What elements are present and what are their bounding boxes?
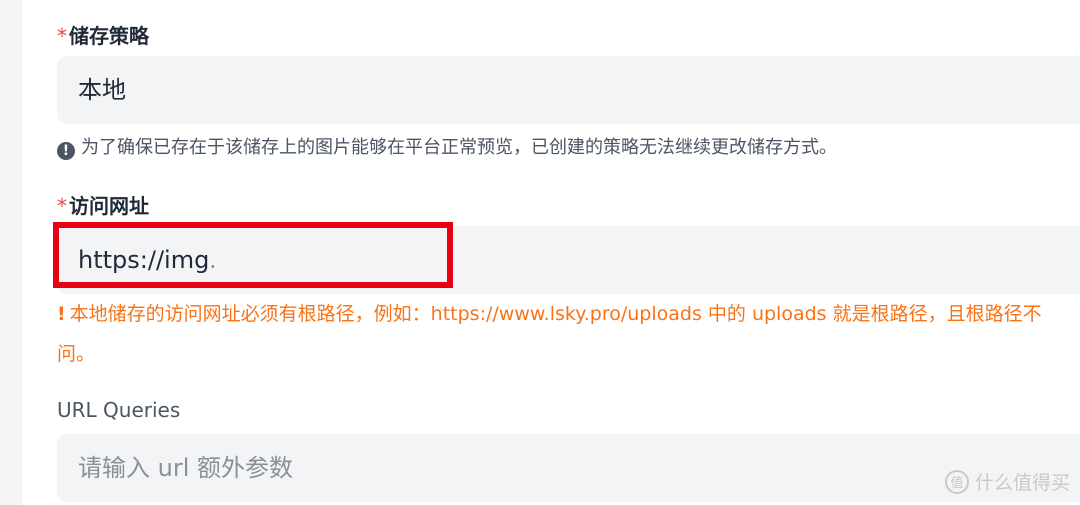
exclamation-circle-icon: ! bbox=[57, 142, 75, 160]
watermark-text: 什么值得买 bbox=[974, 472, 1070, 494]
url-queries-input[interactable]: 请输入 url 额外参数 bbox=[57, 434, 1080, 502]
left-gutter bbox=[0, 0, 22, 505]
url-queries-label: URL Queries bbox=[57, 398, 181, 422]
access-url-warning: ! 本地储存的访问网址必须有根路径，例如：https://www.lsky.pro… bbox=[57, 303, 1042, 325]
redacted-area bbox=[333, 240, 419, 276]
redacted-area bbox=[213, 240, 323, 276]
required-mark: * bbox=[57, 194, 67, 218]
watermark-logo-icon: 值 bbox=[944, 469, 969, 494]
storage-policy-label: * 储存策略 bbox=[57, 24, 149, 48]
access-url-input[interactable]: https://img. . L/i bbox=[57, 226, 1080, 294]
storage-policy-select[interactable]: 本地 bbox=[57, 56, 1080, 124]
required-mark: * bbox=[57, 24, 67, 48]
access-url-label: * 访问网址 bbox=[57, 194, 149, 218]
exclamation-icon: ! bbox=[57, 303, 66, 325]
storage-policy-hint: ! 为了确保已存在于该储存上的图片能够在平台正常预览，已创建的策略无法继续更改储存… bbox=[57, 133, 837, 160]
access-url-warning-continued: 问。 bbox=[57, 343, 96, 365]
watermark: 值 什么值得买 bbox=[944, 468, 1070, 495]
